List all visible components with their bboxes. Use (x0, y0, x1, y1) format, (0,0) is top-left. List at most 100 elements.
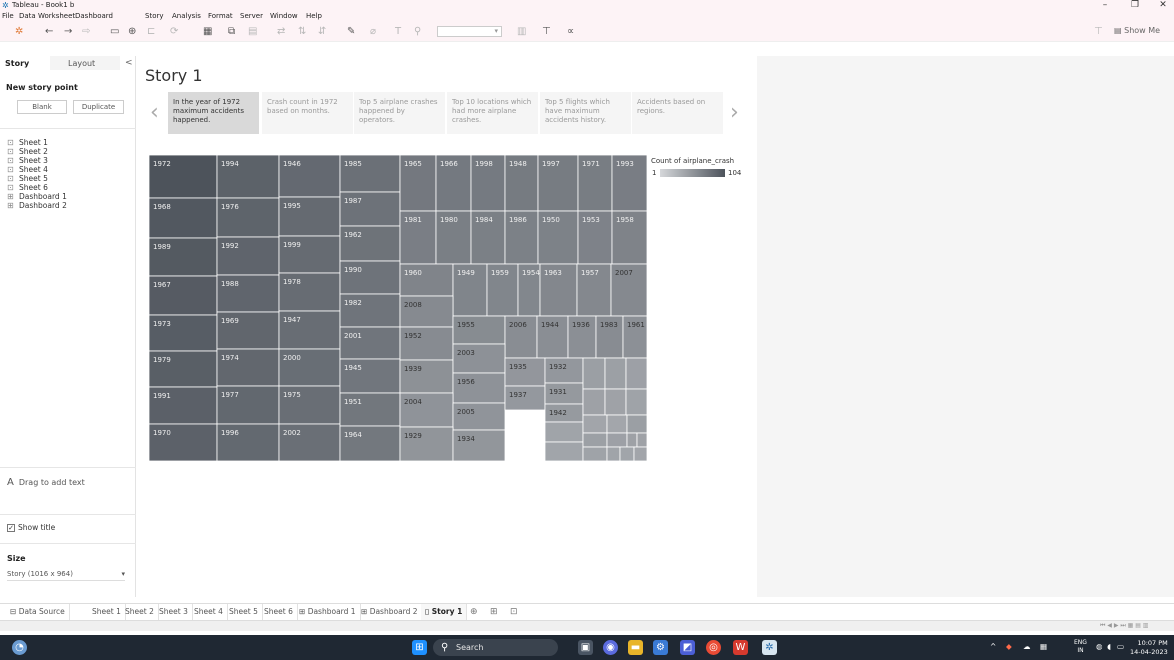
menu-data[interactable]: Data (19, 12, 36, 20)
story-point-6[interactable]: Accidents based on regions. (632, 92, 723, 134)
menu-dashboard[interactable]: Dashboard (75, 12, 113, 20)
treemap-cell[interactable] (544, 357, 584, 384)
tab-sheet-4[interactable]: Sheet 4 (190, 604, 228, 620)
treemap-cell[interactable] (625, 357, 648, 390)
drag-text-object[interactable]: A Drag to add text (7, 477, 85, 488)
treemap-cell[interactable] (148, 154, 218, 199)
treemap-cell[interactable] (626, 414, 648, 434)
tab-sheet-6[interactable]: Sheet 6 (260, 604, 298, 620)
treemap-cell[interactable] (399, 210, 437, 265)
close-button[interactable]: ✕ (1154, 0, 1172, 11)
treemap-cell[interactable] (339, 154, 401, 193)
menu-server[interactable]: Server (240, 12, 263, 20)
treemap-cell[interactable] (278, 423, 341, 462)
treemap-cell[interactable] (339, 293, 401, 328)
treemap-cell[interactable] (148, 275, 218, 316)
sheet-item[interactable]: ⊡ Sheet 3 (7, 156, 67, 165)
menu-file[interactable]: File (2, 12, 14, 20)
highlight-icon[interactable]: ✎ (347, 25, 355, 38)
presentation-mode-icon[interactable]: ⊤ (542, 25, 551, 38)
onedrive-icon[interactable]: ☁ (1023, 642, 1031, 651)
treemap-cell[interactable] (611, 154, 648, 212)
treemap-cell[interactable] (452, 429, 506, 462)
treemap-cell[interactable] (544, 382, 584, 405)
taskbar-search[interactable]: ⚲ Search (433, 639, 558, 656)
treemap-cell[interactable] (339, 358, 401, 394)
menu-help[interactable]: Help (306, 12, 322, 20)
treemap-cell[interactable] (577, 154, 613, 212)
office-icon[interactable]: W (733, 640, 748, 655)
presentation-icon[interactable]: ⊤ (1094, 25, 1103, 38)
sheet-item[interactable]: ⊡ Sheet 2 (7, 147, 67, 156)
treemap-cell[interactable] (626, 432, 638, 448)
treemap-cell[interactable] (148, 423, 218, 462)
treemap-cell[interactable] (582, 357, 606, 390)
menu-format[interactable]: Format (208, 12, 233, 20)
treemap-cell[interactable] (504, 385, 546, 411)
treemap-cell[interactable] (435, 210, 472, 265)
treemap-cell[interactable] (216, 236, 280, 276)
new-worksheet-icon[interactable]: ▦ (203, 25, 212, 38)
language-indicator[interactable]: ENG IN (1074, 639, 1087, 655)
save-icon[interactable]: ▭ (110, 25, 119, 38)
app-icon[interactable]: ◩ (680, 640, 695, 655)
treemap-cell[interactable] (216, 348, 280, 387)
treemap-cell[interactable] (582, 432, 608, 448)
share-icon[interactable]: ∝ (567, 25, 574, 38)
file-explorer-icon[interactable]: ▬ (628, 640, 643, 655)
treemap-cell[interactable] (504, 210, 539, 265)
tab-sheet-3[interactable]: Sheet 3 (155, 604, 193, 620)
treemap-cell[interactable] (216, 385, 280, 425)
sheet-item[interactable]: ⊡ Sheet 1 (7, 138, 67, 147)
treemap-cell[interactable] (486, 263, 519, 317)
treemap-cell[interactable] (399, 359, 454, 394)
treemap-cell[interactable] (582, 414, 608, 434)
treemap-cell[interactable] (567, 315, 597, 359)
treemap-cell[interactable] (216, 197, 280, 238)
tab-story-1[interactable]: ▯ Story 1 (421, 604, 468, 620)
treemap-cell[interactable] (278, 235, 341, 274)
swap-rows-columns-icon[interactable]: ⇄ (277, 25, 285, 38)
treemap-cell[interactable] (544, 441, 584, 462)
show-cards-icon[interactable]: ▥ (517, 25, 526, 38)
treemap-cell[interactable] (633, 446, 648, 462)
treemap-cell[interactable] (399, 295, 454, 328)
treemap-cell[interactable] (452, 402, 506, 431)
treemap-cell[interactable] (399, 426, 454, 462)
tab-layout[interactable]: Layout (50, 56, 120, 70)
sort-descending-icon[interactable]: ⇵ (318, 25, 326, 38)
network-icon[interactable]: ◍ (1096, 642, 1103, 651)
tray-app-icon[interactable]: ◆ (1006, 642, 1012, 651)
treemap-cell[interactable] (606, 414, 628, 434)
treemap-cell[interactable] (470, 210, 506, 265)
treemap-cell[interactable] (504, 154, 539, 212)
treemap-cell[interactable] (537, 154, 579, 212)
show-mark-labels-icon[interactable]: T (395, 25, 401, 38)
treemap-cell[interactable] (399, 154, 437, 212)
keyboard-icon[interactable]: ▦ (1040, 642, 1047, 651)
menu-window[interactable]: Window (270, 12, 298, 20)
next-story-point-arrow[interactable]: › (730, 102, 739, 124)
show-hidden-icons-icon[interactable]: ^ (990, 642, 996, 651)
chat-icon[interactable]: ◉ (603, 640, 618, 655)
treemap-cell[interactable] (216, 423, 280, 462)
treemap-cell[interactable] (504, 315, 538, 359)
treemap-cell[interactable] (399, 392, 454, 428)
treemap-cell[interactable] (517, 263, 541, 317)
duplicate-sheet-icon[interactable]: ⧉ (228, 25, 235, 38)
sheet-navigation-icons[interactable]: ⏮ ◀ ▶ ⏭ ▦ ▤ ▥ (1100, 622, 1148, 630)
weather-widget-icon[interactable]: ◔ (12, 640, 27, 655)
treemap-cell[interactable] (452, 315, 506, 345)
treemap-cell[interactable] (216, 274, 280, 313)
treemap-cell[interactable] (452, 343, 506, 374)
treemap-cell[interactable] (148, 314, 218, 352)
tab-dashboard-2[interactable]: ⊞ Dashboard 2 (357, 604, 423, 620)
settings-icon[interactable]: ⚙ (653, 640, 668, 655)
maximize-button[interactable]: ❐ (1126, 0, 1144, 11)
redo-icon[interactable]: → (64, 25, 72, 38)
undo-icon[interactable]: ← (45, 25, 53, 38)
system-clock[interactable]: 10:07 PM 14-04-2023 (1130, 639, 1168, 657)
treemap-cell[interactable] (606, 446, 621, 462)
treemap-cell[interactable] (611, 210, 648, 265)
battery-icon[interactable]: ▭ (1117, 642, 1124, 651)
